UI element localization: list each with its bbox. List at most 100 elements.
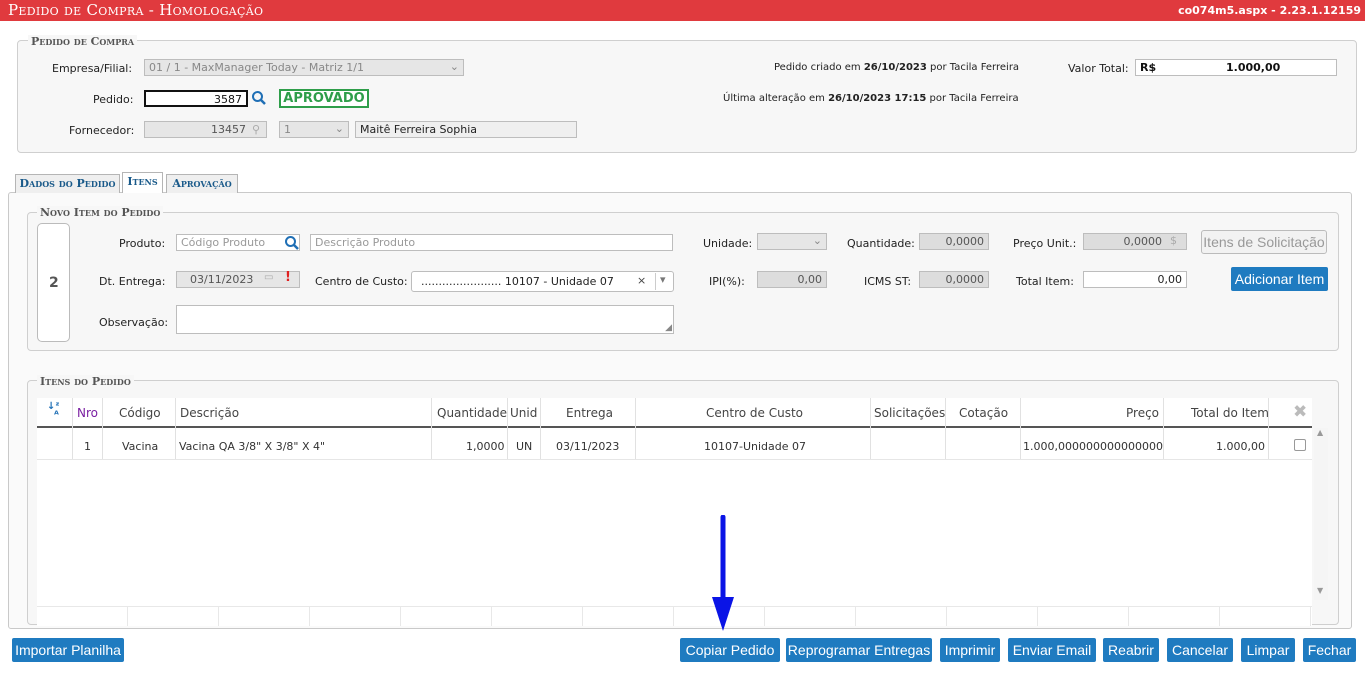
unidade-select[interactable]: ⌄ xyxy=(757,233,827,250)
reabrir-button[interactable]: Reabrir xyxy=(1103,638,1159,662)
quantidade-input[interactable]: 0,0000 xyxy=(919,233,989,250)
enviar-email-button[interactable]: Enviar Email xyxy=(1008,638,1096,662)
scroll-down-icon[interactable]: ▼ xyxy=(1317,586,1323,595)
total-item-input: 0,00 xyxy=(1083,271,1187,288)
chevron-down-icon: ⌄ xyxy=(812,234,822,247)
quantidade-label: Quantidade: xyxy=(847,237,915,250)
tab-aprovacao[interactable]: Aprovação xyxy=(166,174,238,193)
adicionar-item-button[interactable]: Adicionar Item xyxy=(1231,267,1328,291)
fornecedor-code-input[interactable]: 13457 xyxy=(144,121,267,138)
itens-pedido-legend: Itens do Pedido xyxy=(37,375,134,388)
sort-icon[interactable]: ↓ᶻ ᴬ xyxy=(47,402,60,421)
tab-itens[interactable]: Itens xyxy=(122,172,163,193)
cell-descricao: Vacina QA 3/8" X 3/8" X 4" xyxy=(179,440,326,453)
col-preco[interactable]: Preço xyxy=(1126,406,1159,420)
col-entrega[interactable]: Entrega xyxy=(566,406,613,420)
cell-centro-custo: 10107-Unidade 07 xyxy=(704,440,807,453)
importar-planilha-button[interactable]: Importar Planilha xyxy=(12,638,124,662)
cell-unid: UN xyxy=(516,440,533,453)
calendar-icon[interactable]: ▭ xyxy=(264,272,273,283)
unidade-label: Unidade: xyxy=(703,237,753,250)
copiar-pedido-button[interactable]: Copiar Pedido xyxy=(680,638,780,662)
valor-total-label: Valor Total: xyxy=(1068,62,1129,75)
fornecedor-code: 13457 xyxy=(211,123,246,136)
delete-all-icon[interactable]: ✖ xyxy=(1293,402,1307,422)
preco-value: 0,0000 xyxy=(1123,235,1163,248)
valor-total-value: 1.000,00 xyxy=(1226,61,1281,74)
total-item-value: 0,00 xyxy=(1157,273,1183,286)
criado-suffix: por Tacila Ferreira xyxy=(930,62,1020,73)
col-solicitacoes[interactable]: Solicitações xyxy=(874,406,945,420)
fornecedor-seq-select[interactable]: 1 ⌄ xyxy=(279,121,349,138)
item-number-box: 2 xyxy=(37,223,70,342)
pedido-value: 3587 xyxy=(214,93,242,106)
ipi-value: 0,00 xyxy=(797,273,823,286)
observacao-textarea[interactable]: ◢ xyxy=(176,305,674,334)
valor-currency: R$ xyxy=(1140,61,1157,74)
tab-dados-do-pedido[interactable]: Dados do Pedido xyxy=(15,174,120,193)
resize-handle-icon[interactable]: ◢ xyxy=(665,323,672,333)
col-descricao[interactable]: Descrição xyxy=(180,406,239,420)
empresa-value: 01 / 1 - MaxManager Today - Matriz 1/1 xyxy=(149,61,364,74)
col-total-item[interactable]: Total do Item xyxy=(1191,406,1269,420)
criado-prefix: Pedido criado em xyxy=(774,62,861,73)
table-footer-row xyxy=(37,606,1312,626)
search-icon[interactable] xyxy=(284,235,300,251)
col-unid[interactable]: Unid xyxy=(510,406,537,420)
cell-nro: 1 xyxy=(84,440,91,453)
fornecedor-name-text: Maitê Ferreira Sophia xyxy=(360,123,478,136)
fechar-button[interactable]: Fechar xyxy=(1303,638,1356,662)
search-icon[interactable]: ⚲ xyxy=(252,123,260,136)
dt-entrega-label: Dt. Entrega: xyxy=(99,275,166,288)
total-item-label: Total Item: xyxy=(1016,275,1074,288)
pedido-label: Pedido: xyxy=(93,93,134,106)
empresa-label: Empresa/Filial: xyxy=(52,62,133,75)
row-checkbox[interactable] xyxy=(1294,439,1306,451)
itens-solicitacao-button[interactable]: Itens de Solicitação xyxy=(1201,230,1327,254)
criado-date: 26/10/2023 xyxy=(863,62,927,73)
reprogramar-entregas-button[interactable]: Reprogramar Entregas xyxy=(786,638,932,662)
dt-entrega-input[interactable]: 03/11/2023 xyxy=(176,271,300,288)
produto-placeholder: Código Produto xyxy=(181,236,266,249)
produto-code-input[interactable]: Código Produto xyxy=(176,234,300,251)
centro-custo-select[interactable]: ....................... 10107 - Unidade … xyxy=(411,271,674,292)
centro-custo-value: ....................... 10107 - Unidade … xyxy=(421,275,614,288)
imprimir-button[interactable]: Imprimir xyxy=(940,638,1000,662)
valor-total-field: R$ 1.000,00 xyxy=(1135,59,1337,76)
limpar-button[interactable]: Limpar xyxy=(1241,638,1295,662)
alteracao-suffix: por Tacila Ferreira xyxy=(929,93,1019,104)
cell-quantidade: 1,0000 xyxy=(466,440,505,453)
preco-label: Preço Unit.: xyxy=(1013,237,1077,250)
scroll-up-icon[interactable]: ▲ xyxy=(1317,428,1323,437)
icms-input[interactable]: 0,0000 xyxy=(919,271,989,288)
alteracao-info: Última alteração em 26/10/2023 17:15 por… xyxy=(723,93,1019,104)
produto-descricao-input[interactable]: Descrição Produto xyxy=(310,234,673,251)
warning-icon: ! xyxy=(285,270,291,285)
cell-preco: 1.000,000000000000000 xyxy=(1023,440,1163,453)
col-codigo[interactable]: Código xyxy=(119,406,161,420)
col-cotacao[interactable]: Cotação xyxy=(959,406,1008,420)
fornecedor-seq: 1 xyxy=(284,123,291,136)
col-nro[interactable]: Nro xyxy=(77,406,98,420)
observacao-label: Observação: xyxy=(99,316,169,329)
cell-codigo: Vacina xyxy=(122,440,159,453)
cancelar-button[interactable]: Cancelar xyxy=(1167,638,1233,662)
empresa-select[interactable]: 01 / 1 - MaxManager Today - Matriz 1/1 ⌄ xyxy=(144,59,464,76)
page-title: Pedido de Compra - Homologação xyxy=(8,1,264,19)
chevron-down-icon: ⌄ xyxy=(449,60,459,73)
col-centro-custo[interactable]: Centro de Custo xyxy=(706,406,803,420)
chevron-down-icon[interactable]: ▾ xyxy=(655,273,666,290)
ipi-input[interactable]: 0,00 xyxy=(757,271,827,288)
table-scrollbar[interactable]: ▲ ▼ xyxy=(1314,428,1328,600)
descricao-placeholder: Descrição Produto xyxy=(315,236,416,249)
search-icon[interactable] xyxy=(251,90,267,106)
pedido-input[interactable]: 3587 xyxy=(144,90,248,107)
item-number: 2 xyxy=(49,275,59,291)
annotation-arrow xyxy=(712,515,734,631)
clear-icon[interactable]: × xyxy=(637,274,646,287)
col-quantidade[interactable]: Quantidade xyxy=(437,406,507,420)
fornecedor-name: Maitê Ferreira Sophia xyxy=(355,121,577,138)
icms-label: ICMS ST: xyxy=(864,275,912,288)
pedido-compra-legend: Pedido de Compra xyxy=(28,35,138,48)
status-badge: APROVADO xyxy=(279,89,369,108)
